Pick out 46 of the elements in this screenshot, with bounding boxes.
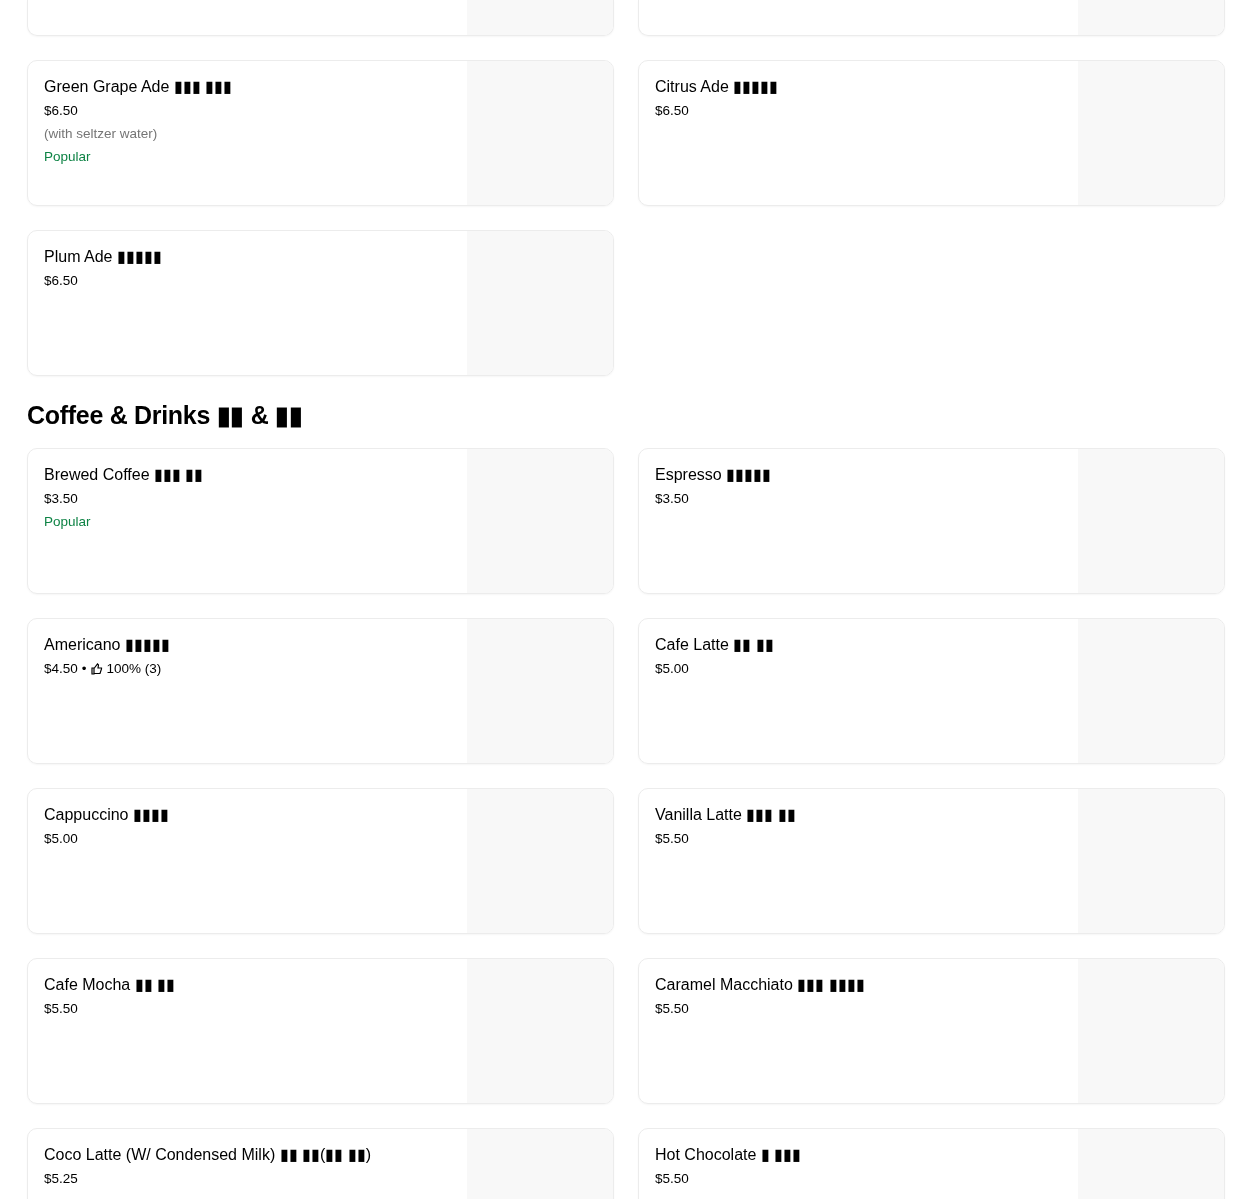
item-name: Plum Ade ▮▮▮▮▮ <box>44 247 162 267</box>
menu-item-card[interactable]: Vanilla Latte ▮▮▮ ▮▮ $5.50 <box>638 788 1225 934</box>
item-price: $4.50 <box>44 660 78 678</box>
item-name: Cappuccino ▮▮▮▮ <box>44 805 169 825</box>
item-rating: 100% (3) <box>106 660 162 678</box>
menu-item-card[interactable]: Cafe Mocha ▮▮ ▮▮ $5.50 <box>27 958 614 1104</box>
menu-item-card[interactable]: Espresso ▮▮▮▮▮ $3.50 <box>638 448 1225 594</box>
item-name: Caramel Macchiato ▮▮▮ ▮▮▮▮ <box>655 975 865 995</box>
menu-item-card[interactable]: Brewed Coffee ▮▮▮ ▮▮ $3.50 Popular <box>27 448 614 594</box>
item-name: Espresso ▮▮▮▮▮ <box>655 465 772 485</box>
separator: • <box>81 660 87 678</box>
popular-label: Popular <box>44 513 91 531</box>
menu-item-card[interactable]: Cafe Latte ▮▮ ▮▮ $5.00 <box>638 618 1225 764</box>
item-price: $5.00 <box>655 660 689 678</box>
item-price: $6.50 <box>655 102 689 120</box>
item-note: (with seltzer water) <box>44 125 158 143</box>
thumbs-up-icon <box>90 663 103 675</box>
section-heading: Coffee & Drinks ▮▮ & ▮▮ <box>27 400 304 430</box>
menu-item-card[interactable]: Americano ▮▮▮▮▮ $4.50 • 100% (3) <box>27 618 614 764</box>
item-name: Citrus Ade ▮▮▮▮▮ <box>655 77 779 97</box>
menu-item-card[interactable]: Plum Ade ▮▮▮▮▮ $6.50 <box>27 230 614 376</box>
popular-label: Popular <box>44 148 91 166</box>
item-price: $3.50 <box>44 490 78 508</box>
menu-item-card[interactable]: Hot Chocolate ▮ ▮▮▮ $5.50 <box>638 1128 1225 1199</box>
item-name: Coco Latte (W/ Condensed Milk) ▮▮ ▮▮(▮▮ ▮▮) <box>44 1145 372 1165</box>
item-name: Cafe Latte ▮▮ ▮▮ <box>655 635 774 655</box>
menu-item-card[interactable]: Caramel Macchiato ▮▮▮ ▮▮▮▮ $5.50 <box>638 958 1225 1104</box>
item-name: Vanilla Latte ▮▮▮ ▮▮ <box>655 805 796 825</box>
item-name: Hot Chocolate ▮ ▮▮▮ <box>655 1145 802 1165</box>
item-price: $5.50 <box>655 830 689 848</box>
menu-item-card[interactable]: Citrus Ade ▮▮▮▮▮ $6.50 <box>638 60 1225 206</box>
item-name: Green Grape Ade ▮▮▮ ▮▮▮ <box>44 77 233 97</box>
item-price: $5.50 <box>655 1170 689 1188</box>
item-price: $5.50 <box>655 1000 689 1018</box>
item-price: $6.50 <box>44 272 78 290</box>
item-price: $5.25 <box>44 1170 78 1188</box>
menu-item-card[interactable]: Cappuccino ▮▮▮▮ $5.00 <box>27 788 614 934</box>
item-price: $5.50 <box>44 1000 78 1018</box>
menu-item-card[interactable]: Green Grape Ade ▮▮▮ ▮▮▮ $6.50 (with seltzer water) Popular <box>27 60 614 206</box>
item-price: $5.00 <box>44 830 78 848</box>
item-name: Brewed Coffee ▮▮▮ ▮▮ <box>44 465 204 485</box>
item-name: Cafe Mocha ▮▮ ▮▮ <box>44 975 176 995</box>
item-price: $3.50 <box>655 490 689 508</box>
menu-item-card[interactable]: Coco Latte (W/ Condensed Milk) ▮▮ ▮▮(▮▮ ▮▮) $5.25 <box>27 1128 614 1199</box>
item-price: $6.50 <box>44 102 78 120</box>
item-name: Americano ▮▮▮▮▮ <box>44 635 170 655</box>
